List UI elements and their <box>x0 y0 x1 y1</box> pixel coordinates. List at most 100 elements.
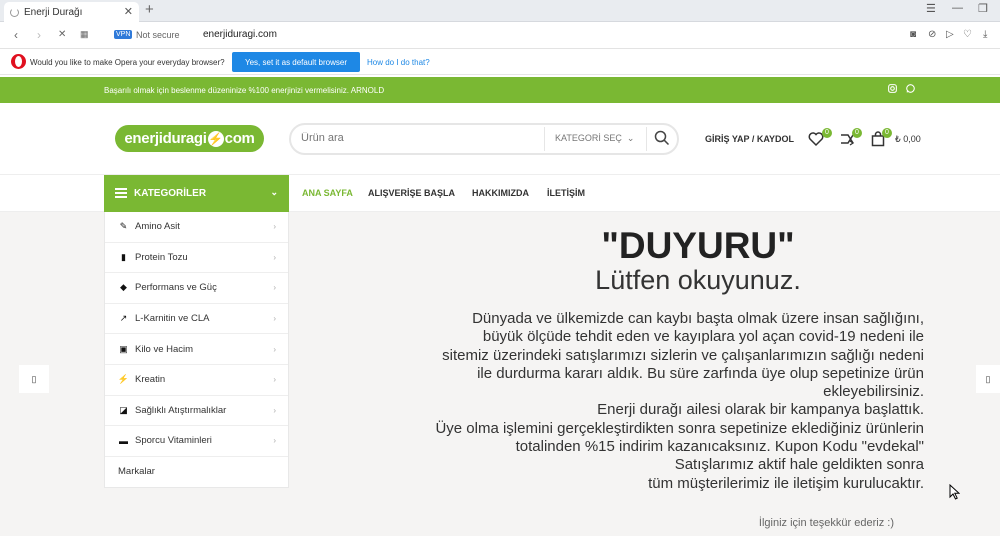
chevron-right-icon: › <box>273 436 276 446</box>
search-box: KATEGORİ SEÇ ⌄ <box>289 123 679 155</box>
sidebar-item-sporcu-vitaminleri[interactable]: ▬ Sporcu Vitaminleri › <box>105 426 288 457</box>
top-promo-bar: Başarılı olmak için beslenme düzeninize … <box>0 77 1000 103</box>
announcement-thanks: İlginiz için teşekkür ederiz :) <box>758 517 894 529</box>
prompt-message: Would you like to make Opera your everyd… <box>30 58 225 67</box>
category-select[interactable]: KATEGORİ SEÇ ⌄ <box>555 133 634 144</box>
slider-prev-button[interactable]: ▯ <box>19 365 49 393</box>
tab-title: Enerji Durağı <box>24 6 83 18</box>
sidebar-item-label: Protein Tozu <box>135 251 188 263</box>
sidebar-item-label: Sporcu Vitaminleri <box>135 435 212 447</box>
announcement-line: Dünyada ve ülkemizde can kaybı başta olm… <box>472 310 924 327</box>
performance-icon: ◆ <box>120 282 127 293</box>
sidebar-item-kreatin[interactable]: ⚡ Kreatin › <box>105 365 288 396</box>
chevron-right-icon: › <box>273 344 276 354</box>
instagram-icon[interactable] <box>888 84 897 95</box>
shield-icon[interactable]: ⊘ <box>928 29 936 40</box>
send-icon[interactable]: ▷ <box>946 29 954 40</box>
chevron-right-icon: › <box>273 375 276 385</box>
sidebar-item-saglikli-atistirmaliklar[interactable]: ◪ Sağlıklı Atıştırmalıklar › <box>105 396 288 427</box>
site-logo[interactable]: enerjiduragi ⚡ com <box>115 125 264 152</box>
announcement-line: Enerji durağı ailesi olarak bir kampanya… <box>597 401 924 419</box>
sidebar-item-performans[interactable]: ◆ Performans ve Güç › <box>105 273 288 304</box>
chevron-down-icon: ⌄ <box>270 187 278 197</box>
main-navigation: KATEGORİLER ⌄ ANA SAYFA ALIŞVERİŞE BAŞLA… <box>0 175 1000 212</box>
wishlist-count-badge: 0 <box>822 128 832 138</box>
tab-menu-icon[interactable]: ☰ <box>926 2 936 15</box>
slider-next-button[interactable]: ▯ <box>976 365 1000 393</box>
heart-icon[interactable]: ♡ <box>963 29 972 40</box>
search-icon[interactable] <box>654 130 670 146</box>
mouse-cursor-icon <box>949 484 960 500</box>
promo-message: Başarılı olmak için beslenme düzeninize … <box>104 86 385 95</box>
logo-bolt-icon: ⚡ <box>207 130 224 147</box>
amino-icon: ✎ <box>119 221 128 232</box>
announcement-body: Dünyada ve ülkemizde can kaybı başta olm… <box>324 310 924 493</box>
vitamin-icon: ▬ <box>119 435 128 446</box>
categories-toggle-button[interactable]: KATEGORİLER ⌄ <box>104 175 289 212</box>
chevron-right-icon: › <box>273 405 276 415</box>
loading-spinner-icon <box>10 7 19 17</box>
protein-jar-icon: ▮ <box>121 251 126 262</box>
site-header: enerjiduragi ⚡ com KATEGORİ SEÇ ⌄ GİRİŞ … <box>0 103 1000 175</box>
forward-icon[interactable]: › <box>37 28 41 42</box>
back-icon[interactable]: ‹ <box>14 28 18 42</box>
nav-link-home[interactable]: ANA SAYFA <box>302 188 353 198</box>
search-divider <box>544 127 545 151</box>
sidebar-item-label: L-Karnitin ve CLA <box>135 313 210 325</box>
chevron-right-icon: › <box>273 283 276 293</box>
security-status[interactable]: Not secure <box>136 30 180 40</box>
announcement-line: totalinden %15 indirim kazanıcaksınız. K… <box>515 438 924 456</box>
opera-logo-icon <box>11 54 26 69</box>
sidebar-item-kilo-hacim[interactable]: ▣ Kilo ve Hacim › <box>105 334 288 365</box>
announcement-subtitle: Lütfen okuyunuz. <box>595 265 801 295</box>
restore-icon[interactable]: ❐ <box>978 2 988 15</box>
stop-icon[interactable]: ✕ <box>58 29 66 40</box>
new-tab-icon[interactable]: + <box>145 1 154 18</box>
sidebar-item-label: Sağlıklı Atıştırmalıklar <box>135 404 227 416</box>
camera-icon[interactable]: ◙ <box>910 29 916 40</box>
cart-count-badge: 0 <box>882 128 892 138</box>
chevron-right-icon: › <box>273 314 276 324</box>
announcement-line: büyük ölçüde tehdit eden ve kayıplara yo… <box>482 328 924 346</box>
how-to-link[interactable]: How do I do that? <box>367 58 430 67</box>
speed-dial-icon[interactable]: ▦ <box>80 29 89 40</box>
whatsapp-icon[interactable] <box>906 84 915 95</box>
address-bar: ‹ › ✕ ▦ VPN Not secure enerjiduragi.com … <box>0 22 1000 49</box>
slider-prev-icon: ▯ <box>31 373 37 384</box>
announcement-banner: "DUYURU" Lütfen okuyunuz. Dünyada ve ülk… <box>290 212 1000 536</box>
announcement-line: Satışlarımız aktif hale geldikten sonra <box>674 456 924 474</box>
categories-label: KATEGORİLER <box>134 188 207 199</box>
chevron-down-icon: ⌄ <box>624 133 635 143</box>
nav-link-shop[interactable]: ALIŞVERİŞE BAŞLA <box>368 188 455 198</box>
sidebar-item-l-karnitin[interactable]: ↗ L-Karnitin ve CLA › <box>105 304 288 335</box>
logo-text-left: enerjiduragi <box>124 130 207 147</box>
announcement-line: tüm müşterilerimiz ile iletişim kuruluca… <box>648 474 924 492</box>
sidebar-item-protein-tozu[interactable]: ▮ Protein Tozu › <box>105 243 288 274</box>
sidebar-item-label: Performans ve Güç <box>135 282 217 294</box>
vpn-badge[interactable]: VPN <box>114 30 133 39</box>
set-default-button[interactable]: Yes, set it as default browser <box>232 52 360 72</box>
category-select-label: KATEGORİ SEÇ <box>555 133 622 143</box>
browser-tab[interactable]: Enerji Durağı ✕ <box>4 2 139 22</box>
announcement-title: "DUYURU" <box>601 225 795 266</box>
chevron-right-icon: › <box>273 252 276 262</box>
sidebar-item-amino-asit[interactable]: ✎ Amino Asit › <box>105 212 288 243</box>
compare-count-badge: 0 <box>852 128 862 138</box>
login-register-link[interactable]: GİRİŞ YAP / KAYDOL <box>705 134 794 144</box>
search-input[interactable] <box>301 132 531 144</box>
url-field[interactable]: enerjiduragi.com <box>203 29 277 40</box>
default-browser-prompt: Would you like to make Opera your everyd… <box>0 49 1000 75</box>
logo-text-right: com <box>224 130 255 147</box>
slider-next-icon: ▯ <box>985 373 991 384</box>
weight-bag-icon: ▣ <box>119 343 128 354</box>
announcement-line: ekleyebilirsiniz. <box>823 383 924 401</box>
nav-link-about[interactable]: HAKKIMIZDA <box>472 188 529 198</box>
brands-link[interactable]: Markalar <box>118 466 155 477</box>
nav-link-contact[interactable]: İLETİŞİM <box>547 188 585 198</box>
cart-total[interactable]: ₺ 0,00 <box>895 134 921 145</box>
download-icon[interactable]: ⤓ <box>983 29 987 40</box>
minimize-icon[interactable]: — <box>952 2 963 14</box>
chevron-right-icon: › <box>273 222 276 232</box>
carnitine-icon: ↗ <box>119 313 128 324</box>
close-tab-icon[interactable]: ✕ <box>124 5 133 18</box>
